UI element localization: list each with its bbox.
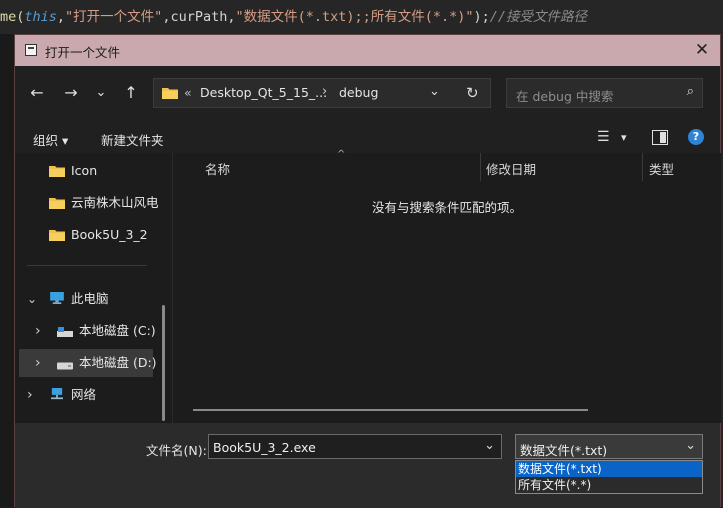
dialog-title: 打开一个文件 — [45, 45, 121, 60]
expand-chevron-right-icon[interactable]: › — [27, 381, 33, 409]
code-token: "数据文件(*.txt);;所有文件(*.*)" — [235, 9, 474, 25]
sidebar-item-drive-c[interactable]: › 本地磁盘 (C:) — [15, 317, 165, 345]
search-icon[interactable]: ⌕ — [687, 84, 694, 99]
sidebar-item-network[interactable]: › 网络 — [15, 381, 165, 409]
code-token: , — [56, 9, 66, 25]
sidebar-item-label: 网络 — [71, 387, 97, 402]
sort-ascending-icon: ^ — [337, 149, 346, 160]
search-placeholder: 在 debug 中搜索 — [516, 89, 614, 104]
search-box[interactable]: 在 debug 中搜索 ⌕ — [506, 78, 703, 108]
network-icon — [51, 388, 63, 400]
close-icon[interactable]: ✕ — [690, 39, 714, 61]
preview-pane-icon[interactable] — [652, 130, 668, 145]
filetype-select[interactable]: 数据文件(*.txt) ⌄ — [515, 434, 703, 459]
help-icon[interactable]: ? — [688, 129, 704, 145]
folder-icon — [49, 198, 65, 209]
code-token: this — [24, 9, 57, 25]
content-panes: Icon 云南株木山风电 Book5U_3_2 ⌄ 此电脑 › 本地磁盘 (C:… — [15, 149, 721, 423]
open-file-dialog: 打开一个文件 ✕ ← → ⌄ ↑ « Desktop_Qt_5_15_... ›… — [14, 34, 721, 508]
recent-locations-chevron-icon[interactable]: ⌄ — [91, 83, 111, 103]
column-header-type[interactable]: 类型 — [649, 159, 674, 178]
back-arrow-icon[interactable]: ← — [27, 83, 47, 103]
sidebar-divider — [27, 265, 147, 266]
refresh-icon[interactable]: ↻ — [466, 84, 479, 102]
sidebar-item-label: Icon — [71, 163, 98, 178]
folder-icon — [49, 166, 65, 177]
up-arrow-icon[interactable]: ↑ — [121, 83, 141, 103]
breadcrumb-overflow[interactable]: « — [184, 85, 192, 100]
system-drive-icon — [57, 327, 73, 337]
sidebar-item-this-pc[interactable]: ⌄ 此电脑 — [15, 285, 165, 313]
view-options-icon[interactable]: ☰ — [597, 129, 610, 145]
code-token: ); — [473, 9, 490, 25]
navigation-pane: Icon 云南株木山风电 Book5U_3_2 ⌄ 此电脑 › 本地磁盘 (C:… — [15, 153, 172, 423]
code-token: "打开一个文件" — [65, 9, 163, 25]
breadcrumb-debug[interactable]: debug — [339, 85, 378, 100]
filetype-dropdown-list: 数据文件(*.txt) 所有文件(*.*) — [515, 460, 703, 494]
expand-chevron-down-icon[interactable]: ⌄ — [27, 285, 37, 313]
horizontal-scrollbar[interactable] — [193, 409, 588, 411]
sidebar-item-drive-d[interactable]: › 本地磁盘 (D:) — [19, 349, 157, 377]
code-token: //接受文件路径 — [489, 9, 588, 25]
file-list: ^ 名称 修改日期 类型 没有与搜索条件匹配的项。 — [172, 149, 721, 423]
address-dropdown-icon[interactable]: ⌄ — [429, 84, 440, 99]
filetype-option-txt[interactable]: 数据文件(*.txt) — [516, 461, 702, 477]
sidebar-item-label: Book5U_3_2 — [71, 227, 148, 242]
sidebar-item-book5u-folder[interactable]: Book5U_3_2 — [15, 221, 165, 249]
filename-value[interactable]: Book5U_3_2.exe — [213, 440, 316, 455]
sidebar-item-label: 此电脑 — [71, 291, 109, 306]
window-app-icon — [25, 44, 37, 56]
filename-label: 文件名(N): — [146, 443, 207, 458]
sidebar-item-label: 本地磁盘 (C:) — [79, 323, 156, 338]
new-folder-button[interactable]: 新建文件夹 — [101, 130, 164, 149]
computer-icon — [50, 292, 64, 304]
forward-arrow-icon[interactable]: → — [61, 83, 81, 103]
sidebar-item-yunnan-folder[interactable]: 云南株木山风电 — [15, 189, 165, 217]
sidebar-item-icon-folder[interactable]: Icon — [15, 157, 165, 185]
code-line: me(this,"打开一个文件",curPath,"数据文件(*.txt);;所… — [0, 6, 587, 28]
expand-chevron-right-icon[interactable]: › — [35, 317, 41, 345]
file-name-panel: 文件名(N): Book5U_3_2.exe ⌄ 数据文件(*.txt) ⌄ 数… — [15, 423, 720, 508]
drive-icon — [57, 362, 73, 370]
expand-chevron-right-icon[interactable]: › — [35, 349, 41, 377]
dialog-titlebar: 打开一个文件 ✕ — [15, 35, 720, 66]
empty-results-message: 没有与搜索条件匹配的项。 — [371, 200, 522, 215]
folder-icon — [49, 230, 65, 241]
view-dropdown-icon[interactable]: ▾ — [621, 131, 627, 144]
filetype-dropdown-icon[interactable]: ⌄ — [685, 438, 696, 453]
sidebar-item-label: 云南株木山风电 — [71, 195, 159, 210]
code-token: me( — [0, 9, 25, 25]
column-header-date-modified[interactable]: 修改日期 — [486, 159, 536, 178]
column-divider[interactable] — [480, 153, 481, 181]
sidebar-scrollbar[interactable] — [162, 305, 165, 421]
breadcrumb-separator-icon[interactable]: › — [322, 84, 327, 99]
command-bar: 组织 ▾ 新建文件夹 ☰ ▾ ? — [15, 122, 720, 153]
code-token: ,curPath, — [162, 9, 236, 25]
folder-icon — [162, 88, 178, 99]
filetype-option-all[interactable]: 所有文件(*.*) — [516, 477, 702, 493]
column-header-name[interactable]: 名称 — [205, 159, 230, 178]
filename-dropdown-icon[interactable]: ⌄ — [484, 438, 495, 453]
filetype-selected-value: 数据文件(*.txt) — [520, 443, 608, 458]
column-divider[interactable] — [642, 153, 643, 181]
breadcrumb-desktop-qt[interactable]: Desktop_Qt_5_15_... — [200, 85, 327, 100]
editor-gutter — [0, 34, 14, 507]
address-bar[interactable]: « Desktop_Qt_5_15_... › debug ⌄ ↻ — [153, 78, 491, 108]
filename-input[interactable]: Book5U_3_2.exe ⌄ — [208, 434, 502, 459]
sidebar-item-label: 本地磁盘 (D:) — [79, 355, 157, 370]
organize-menu-button[interactable]: 组织 ▾ — [33, 130, 68, 149]
navigation-bar: ← → ⌄ ↑ « Desktop_Qt_5_15_... › debug ⌄ … — [15, 66, 720, 122]
